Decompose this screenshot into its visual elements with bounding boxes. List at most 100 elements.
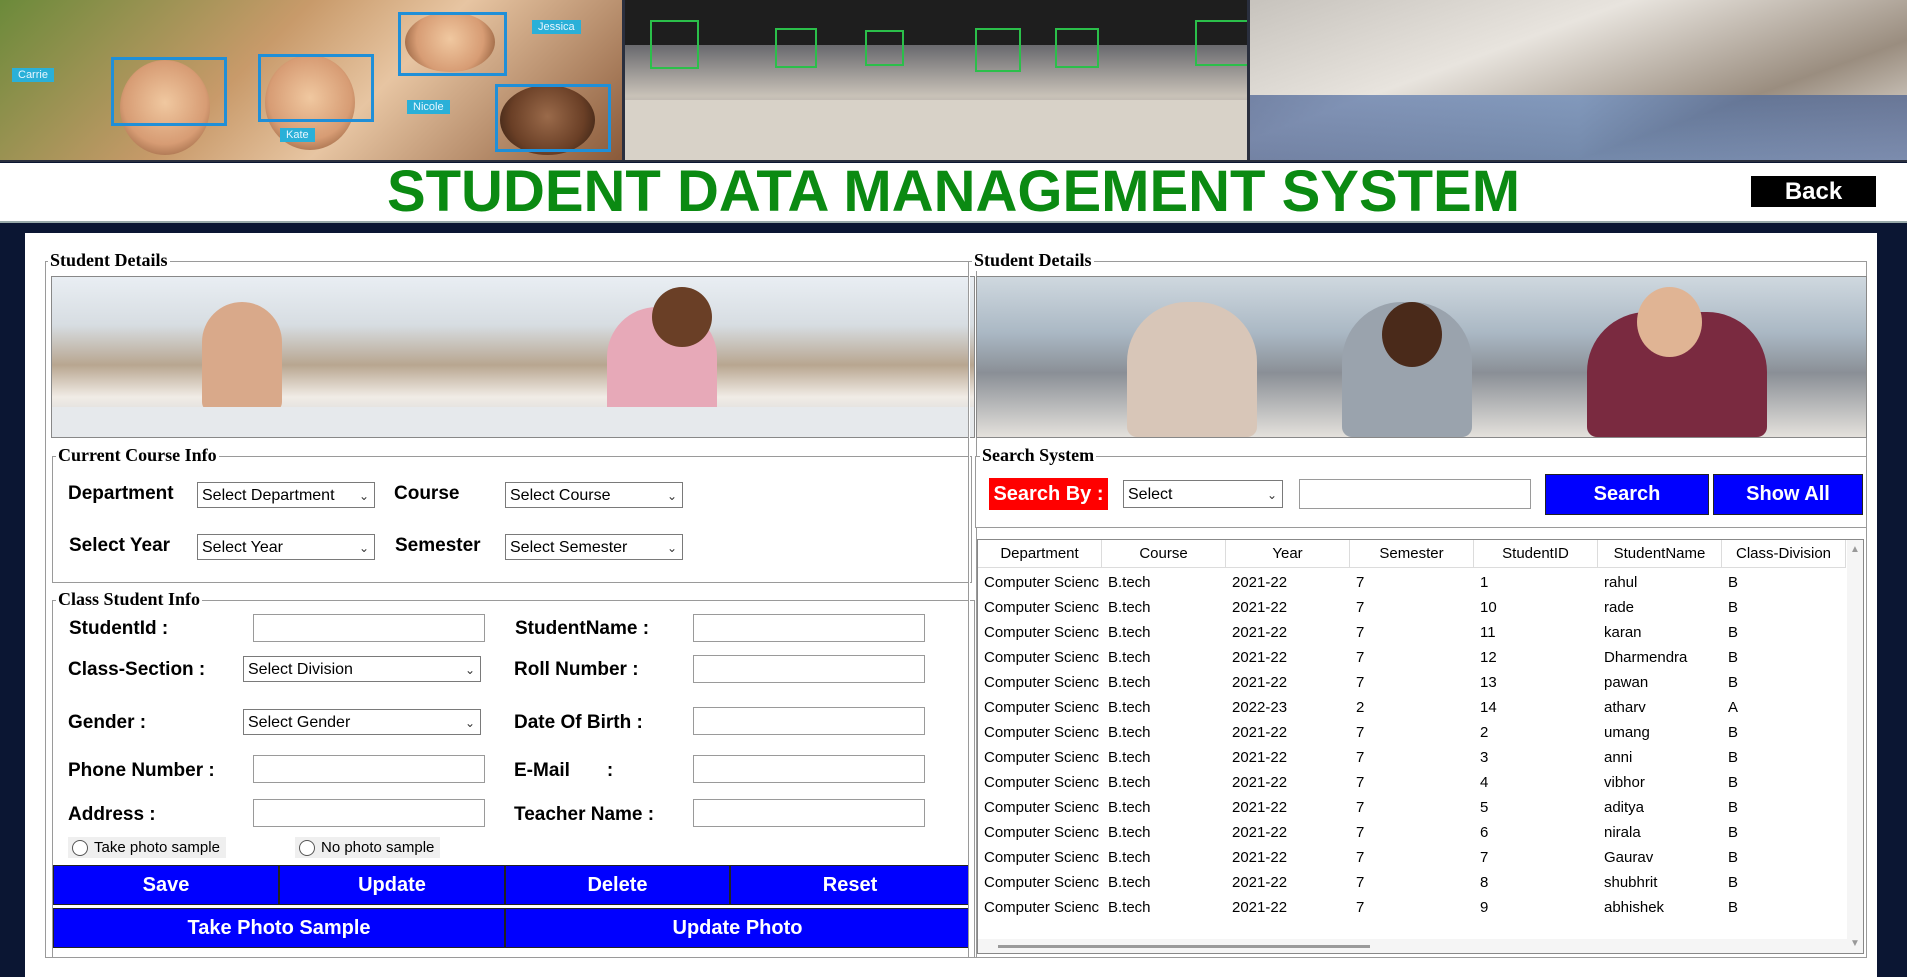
column-header-student-name[interactable]: StudentName	[1598, 540, 1722, 568]
course-select-value: Select Course	[510, 487, 611, 504]
course-info-frame	[52, 456, 972, 583]
update-button[interactable]: Update	[279, 865, 505, 905]
table-cell: Dharmendra	[1604, 649, 1688, 666]
table-cell: B	[1728, 724, 1739, 741]
column-header-class-division[interactable]: Class-Division	[1722, 540, 1846, 568]
table-cell: B.tech	[1108, 674, 1151, 691]
chevron-down-icon: ⌄	[666, 541, 677, 555]
update-photo-button[interactable]: Update Photo	[505, 908, 970, 948]
radio-circle-icon	[299, 839, 315, 856]
table-header: Department Course Year Semester StudentI…	[978, 540, 1846, 568]
table-cell: B.tech	[1108, 699, 1151, 716]
column-header-year[interactable]: Year	[1226, 540, 1350, 568]
class-section-select[interactable]: Select Division ⌄	[243, 656, 481, 682]
search-input[interactable]	[1299, 479, 1531, 509]
no-photo-sample-radio[interactable]: No photo sample	[295, 837, 441, 858]
table-cell: 10	[1480, 599, 1497, 616]
table-cell: 14	[1480, 699, 1497, 716]
phone-number-input[interactable]	[253, 755, 485, 783]
search-by-select[interactable]: Select ⌄	[1123, 480, 1283, 508]
no-photo-sample-label: No photo sample	[321, 839, 435, 856]
table-cell: 7	[1356, 899, 1365, 916]
table-row[interactable]: Computer Scienc B.tech 2021-22 7 5 aditya B	[978, 795, 1846, 820]
search-button[interactable]: Search	[1545, 474, 1709, 515]
scroll-up-icon[interactable]: ▲	[1850, 544, 1860, 555]
table-cell: 2	[1480, 724, 1489, 741]
table-row[interactable]: Computer Scienc B.tech 2021-22 7 7 Gaurav B	[978, 845, 1846, 870]
table-cell: 7	[1356, 624, 1365, 641]
dob-input[interactable]	[693, 707, 925, 735]
table-cell: 11	[1480, 624, 1496, 641]
table-cell: 7	[1356, 824, 1365, 841]
gender-select-value: Select Gender	[248, 714, 351, 731]
table-cell: B	[1728, 574, 1739, 591]
table-cell: rade	[1604, 599, 1635, 616]
table-cell: 8	[1480, 874, 1489, 891]
scroll-down-icon[interactable]: ▼	[1850, 938, 1860, 949]
radio-circle-icon	[72, 839, 88, 856]
take-photo-sample-button[interactable]: Take Photo Sample	[53, 908, 505, 948]
table-cell: Computer Scienc	[984, 624, 1100, 641]
student-id-input[interactable]	[253, 614, 485, 642]
table-cell: B.tech	[1108, 774, 1151, 791]
table-cell: Gaurav	[1604, 849, 1654, 866]
table-row[interactable]: Computer Scienc B.tech 2021-22 7 11 karan B	[978, 620, 1846, 645]
table-cell: Computer Scienc	[984, 824, 1100, 841]
roll-number-input[interactable]	[693, 655, 925, 683]
teacher-name-input[interactable]	[693, 799, 925, 827]
table-cell: pawan	[1604, 674, 1649, 691]
class-section-select-value: Select Division	[248, 661, 353, 678]
table-row[interactable]: Computer Scienc B.tech 2021-22 7 2 umang B	[978, 720, 1846, 745]
table-row[interactable]: Computer Scienc B.tech 2021-22 7 4 vibhor B	[978, 770, 1846, 795]
dob-label: Date Of Birth :	[514, 712, 643, 733]
show-all-button[interactable]: Show All	[1713, 474, 1863, 515]
student-name-input[interactable]	[693, 614, 925, 642]
table-row[interactable]: Computer Scienc B.tech 2021-22 7 3 anni B	[978, 745, 1846, 770]
table-row[interactable]: Computer Scienc B.tech 2021-22 7 1 rahul B	[978, 570, 1846, 595]
table-row[interactable]: Computer Scienc B.tech 2021-22 7 8 shubhrit B	[978, 870, 1846, 895]
name-tag-kate: Kate	[280, 128, 315, 142]
classroom-photo-left	[51, 276, 975, 438]
student-details-legend-right: Student Details	[972, 250, 1094, 271]
gender-select[interactable]: Select Gender ⌄	[243, 709, 481, 735]
table-cell: 2021-22	[1232, 574, 1288, 591]
horizontal-scrollbar[interactable]	[978, 939, 1847, 953]
table-cell: 12	[1480, 649, 1497, 666]
table-cell: Computer Scienc	[984, 699, 1100, 716]
semester-label: Semester	[395, 535, 481, 556]
table-row[interactable]: Computer Scienc B.tech 2021-22 7 12 Dharmendr…	[978, 645, 1846, 670]
table-cell: Computer Scienc	[984, 674, 1100, 691]
column-header-course[interactable]: Course	[1102, 540, 1226, 568]
column-header-department[interactable]: Department	[978, 540, 1102, 568]
email-label: E-Mail :	[514, 760, 614, 781]
table-row[interactable]: Computer Scienc B.tech 2021-22 7 13 pawan B	[978, 670, 1846, 695]
table-row[interactable]: Computer Scienc B.tech 2021-22 7 10 rade B	[978, 595, 1846, 620]
course-select[interactable]: Select Course ⌄	[505, 482, 683, 508]
course-label: Course	[394, 483, 460, 504]
column-header-student-id[interactable]: StudentID	[1474, 540, 1598, 568]
roll-number-label: Roll Number :	[514, 659, 639, 680]
address-input[interactable]	[253, 799, 485, 827]
table-row[interactable]: Computer Scienc B.tech 2021-22 7 6 nirala B	[978, 820, 1846, 845]
save-button[interactable]: Save	[53, 865, 279, 905]
column-header-semester[interactable]: Semester	[1350, 540, 1474, 568]
year-select[interactable]: Select Year ⌄	[197, 534, 375, 560]
table-row[interactable]: Computer Scienc B.tech 2021-22 7 9 abhishek B	[978, 895, 1846, 920]
year-label: Select Year	[69, 535, 171, 556]
delete-button[interactable]: Delete	[505, 865, 730, 905]
table-cell: B.tech	[1108, 799, 1151, 816]
email-input[interactable]	[693, 755, 925, 783]
department-select[interactable]: Select Department ⌄	[197, 482, 375, 508]
table-cell: 7	[1356, 774, 1365, 791]
horizontal-scroll-thumb[interactable]	[998, 945, 1370, 948]
table-cell: B	[1728, 774, 1739, 791]
vertical-scrollbar[interactable]: ▲ ▼	[1847, 540, 1863, 953]
course-info-legend: Current Course Info	[56, 445, 219, 466]
department-label: Department	[68, 483, 174, 504]
reset-button[interactable]: Reset	[730, 865, 970, 905]
table-row[interactable]: Computer Scienc B.tech 2022-23 2 14 atharv A	[978, 695, 1846, 720]
back-button[interactable]: Back	[1751, 176, 1876, 207]
semester-select[interactable]: Select Semester ⌄	[505, 534, 683, 560]
student-table[interactable]: Department Course Year Semester StudentI…	[977, 539, 1864, 954]
take-photo-sample-radio[interactable]: Take photo sample	[68, 837, 226, 858]
